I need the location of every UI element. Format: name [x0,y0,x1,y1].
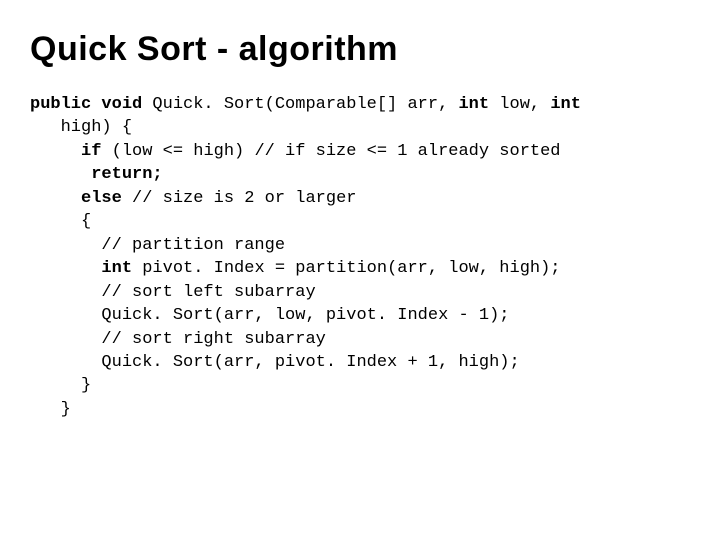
slide: Quick Sort - algorithm public void Quick… [0,0,720,540]
code-keyword: else [30,189,122,208]
code-text: (low <= high) // if size <= 1 already so… [101,142,560,161]
code-keyword: int [30,259,132,278]
code-text: { [30,212,91,231]
code-text: high) { [30,118,132,137]
code-keyword: if [30,142,101,161]
code-text: Quick. Sort(arr, pivot. Index + 1, high)… [30,353,520,372]
code-text: } [30,376,91,395]
code-keyword: public void [30,95,142,114]
code-text: Quick. Sort(arr, low, pivot. Index - 1); [30,306,509,325]
code-keyword: int [550,95,581,114]
code-text: // sort right subarray [30,330,326,349]
code-keyword: return; [30,165,163,184]
code-text: low, [489,95,550,114]
code-text: // size is 2 or larger [122,189,357,208]
code-text: // sort left subarray [30,283,316,302]
code-text: pivot. Index = partition(arr, low, high)… [132,259,560,278]
code-text: Quick. Sort(Comparable[] arr, [142,95,458,114]
code-text: // partition range [30,236,285,255]
code-keyword: int [458,95,489,114]
slide-title: Quick Sort - algorithm [30,30,690,69]
code-block: public void Quick. Sort(Comparable[] arr… [30,93,690,421]
code-text: } [30,400,71,419]
